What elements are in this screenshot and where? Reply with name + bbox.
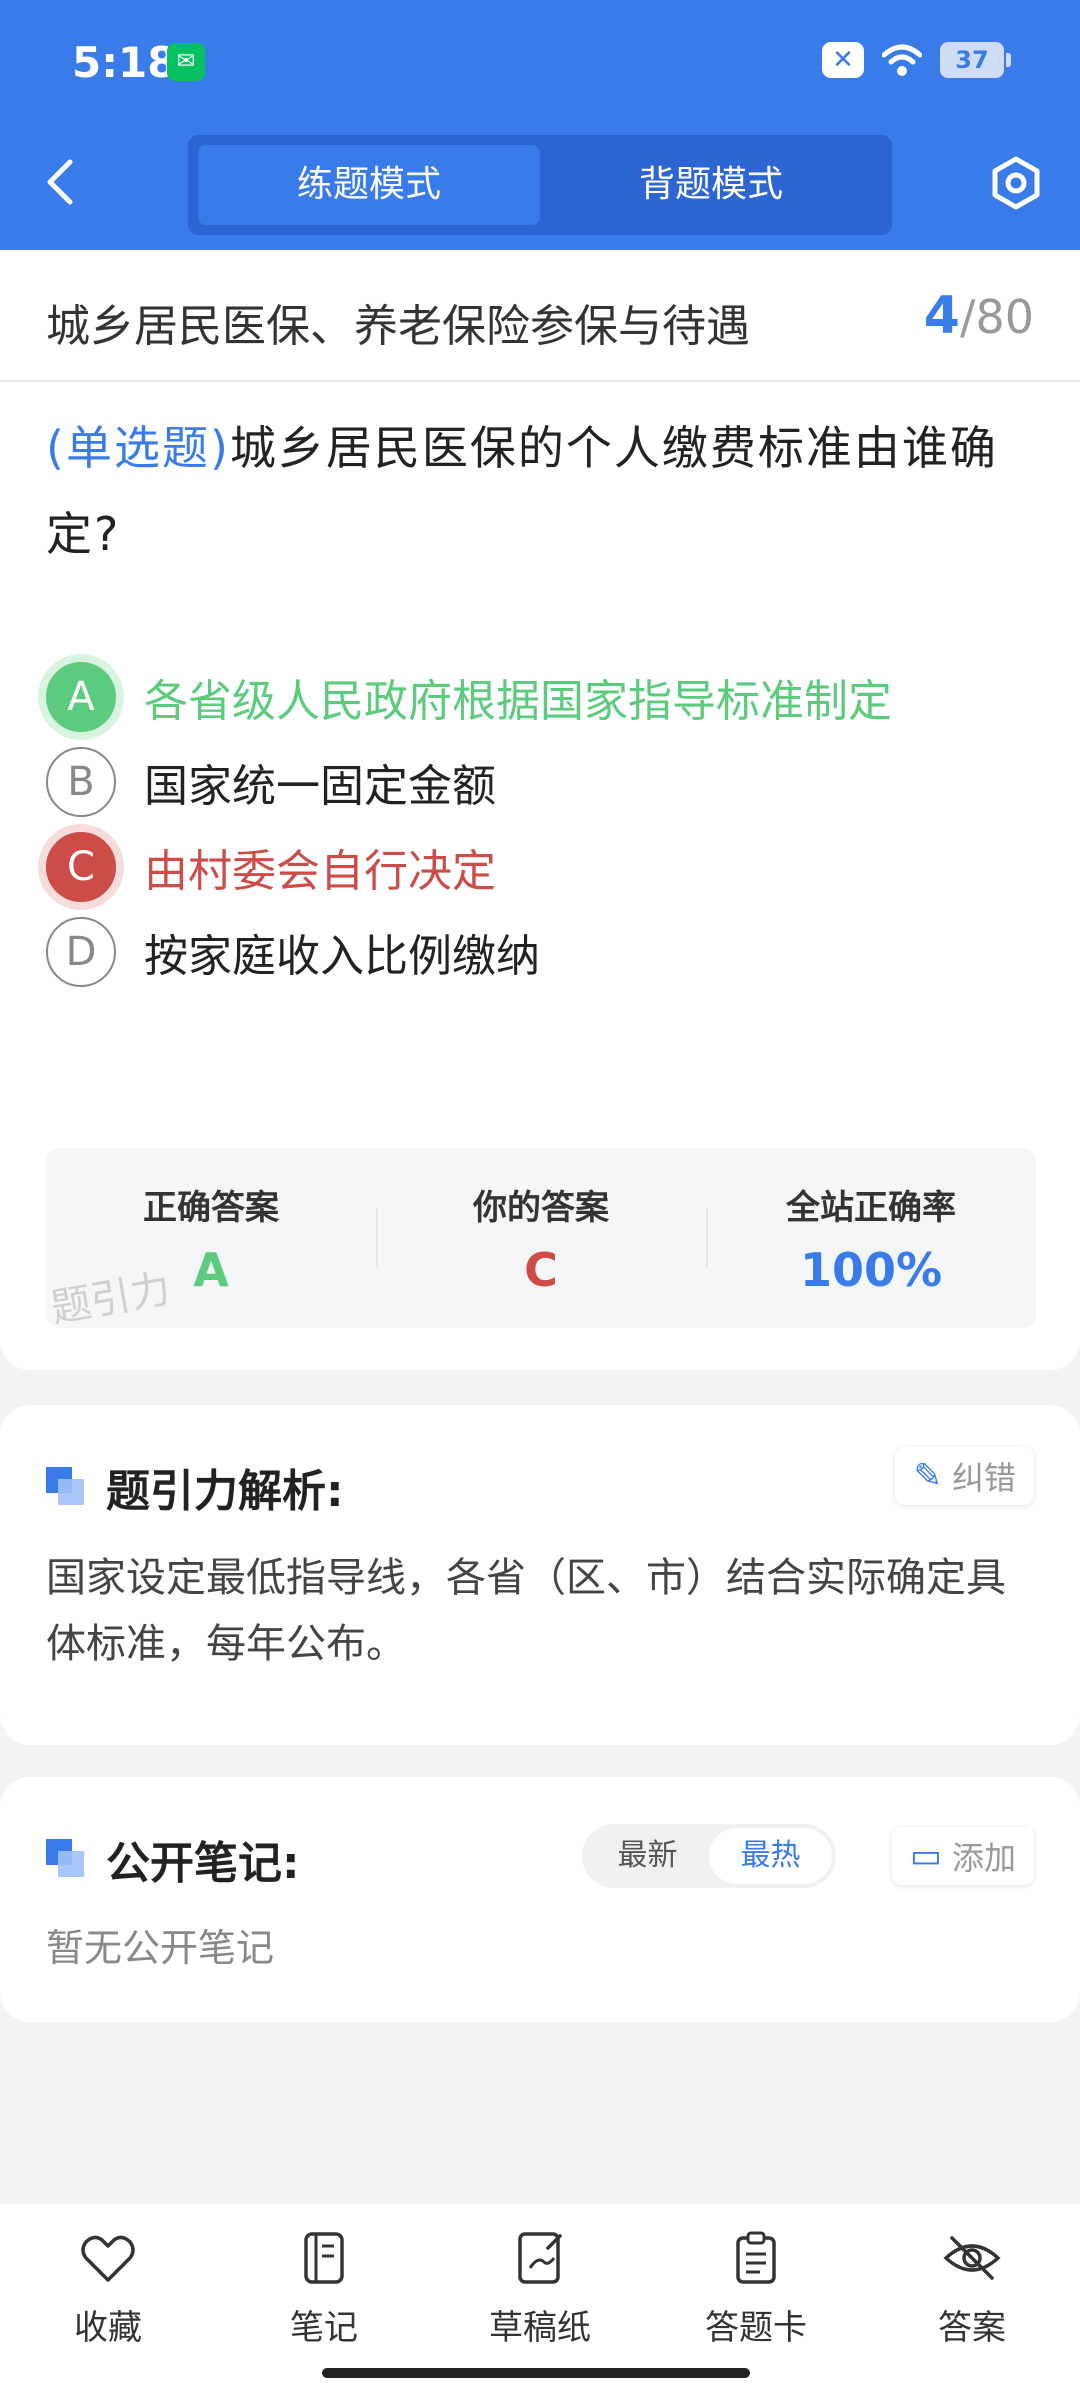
report-error-label: 纠错: [951, 1459, 1016, 1497]
site-accuracy: 全站正确率 100%: [706, 1148, 1036, 1328]
notebook-icon: [304, 2232, 344, 2284]
option-d[interactable]: D 按家庭收入比例缴纳: [46, 915, 540, 989]
section-icon: [46, 1467, 86, 1507]
edit-icon: ✎: [913, 1456, 942, 1496]
show-answer-label: 答案: [938, 2308, 1006, 2348]
question-card: 城乡居民医保、养老保险参保与待遇 4/80 (单选题)城乡居民医保的个人缴费标准…: [0, 250, 1080, 1370]
question-progress: 4/80: [924, 286, 1034, 346]
notes-card: 公开笔记: 最新 最热 ▭ 添加 暂无公开笔记: [0, 1777, 1080, 2022]
your-answer-label: 你的答案: [473, 1188, 609, 1228]
header: 5:18 ✉ ✕ 37 练题模式 背题模式: [0, 0, 1080, 250]
option-text: 各省级人民政府根据国家指导标准制定: [144, 676, 892, 727]
question-type: (单选题): [46, 421, 230, 475]
answer-sheet-label: 答题卡: [705, 2308, 807, 2348]
your-answer: 你的答案 C: [376, 1148, 706, 1328]
status-icons: ✕ 37: [822, 42, 1011, 78]
clipboard-icon: [736, 2231, 776, 2284]
option-letter: B: [46, 747, 116, 817]
site-accuracy-label: 全站正确率: [786, 1188, 956, 1228]
sort-hottest[interactable]: 最热: [709, 1828, 832, 1884]
option-letter: D: [46, 917, 116, 987]
add-note-label: 添加: [951, 1839, 1016, 1877]
home-indicator[interactable]: [322, 2368, 750, 2378]
notes-label: 笔记: [290, 2308, 358, 2348]
current-index: 4: [923, 286, 960, 346]
option-text: 按家庭收入比例缴纳: [144, 931, 540, 982]
wechat-icon: ✉: [167, 43, 205, 81]
progress-separator: /: [959, 290, 976, 344]
analysis-card: 题引力解析: ✎ 纠错 国家设定最低指导线，各省（区、市）结合实际确定具体标准，…: [0, 1405, 1080, 1745]
option-b[interactable]: B 国家统一固定金额: [46, 745, 496, 819]
analysis-text: 国家设定最低指导线，各省（区、市）结合实际确定具体标准，每年公布。: [46, 1555, 1006, 1667]
status-time: 5:18: [72, 38, 177, 87]
show-answer-button[interactable]: 答案: [864, 2204, 1080, 2400]
notes-title: 公开笔记:: [46, 1827, 300, 1891]
battery-icon: 37: [940, 42, 1011, 78]
section-icon: [46, 1839, 86, 1879]
analysis-title-text: 题引力解析:: [106, 1466, 344, 1517]
tab-practice-mode[interactable]: 练题模式: [198, 145, 540, 225]
correct-answer-label: 正确答案: [143, 1188, 279, 1228]
draft-paper-label: 草稿纸: [489, 2308, 591, 2348]
empty-notes-text: 暂无公开笔记: [46, 1926, 275, 1970]
mode-switch: 练题模式 背题模式: [188, 135, 892, 235]
option-a[interactable]: A 各省级人民政府根据国家指导标准制定: [46, 660, 892, 734]
favorite-button[interactable]: 收藏: [0, 2204, 216, 2400]
notes-sort-switch: 最新 最热: [582, 1824, 836, 1888]
notes-title-text: 公开笔记:: [106, 1838, 300, 1889]
option-text: 由村委会自行决定: [144, 846, 496, 897]
wifi-icon: [882, 44, 922, 76]
option-letter: A: [46, 662, 116, 732]
option-text: 国家统一固定金额: [144, 761, 496, 812]
topic-title: 城乡居民医保、养老保险参保与待遇: [46, 301, 750, 352]
eye-off-icon: [943, 2236, 1001, 2280]
draft-icon: [518, 2232, 562, 2284]
total-count: 80: [975, 290, 1034, 344]
heart-icon: [81, 2235, 135, 2282]
analysis-title: 题引力解析:: [46, 1455, 344, 1519]
divider: [0, 380, 1080, 382]
comment-icon: ▭: [909, 1836, 942, 1876]
favorite-label: 收藏: [74, 2308, 142, 2348]
sort-latest[interactable]: 最新: [586, 1828, 709, 1884]
site-accuracy-value: 100%: [799, 1243, 943, 1297]
tab-memorize-mode[interactable]: 背题模式: [540, 145, 882, 225]
add-note-button[interactable]: ▭ 添加: [891, 1827, 1034, 1885]
sim-off-icon: ✕: [822, 42, 864, 78]
answer-summary: 正确答案 A 你的答案 C 全站正确率 100% 题引力: [46, 1148, 1036, 1332]
settings-icon[interactable]: [988, 155, 1044, 211]
option-letter: C: [46, 832, 116, 902]
back-button[interactable]: [40, 152, 90, 217]
question-text: (单选题)城乡居民医保的个人缴费标准由谁确定?: [46, 405, 1036, 577]
option-c[interactable]: C 由村委会自行决定: [46, 830, 496, 904]
your-answer-value: C: [524, 1243, 558, 1297]
report-error-button[interactable]: ✎ 纠错: [895, 1447, 1034, 1505]
